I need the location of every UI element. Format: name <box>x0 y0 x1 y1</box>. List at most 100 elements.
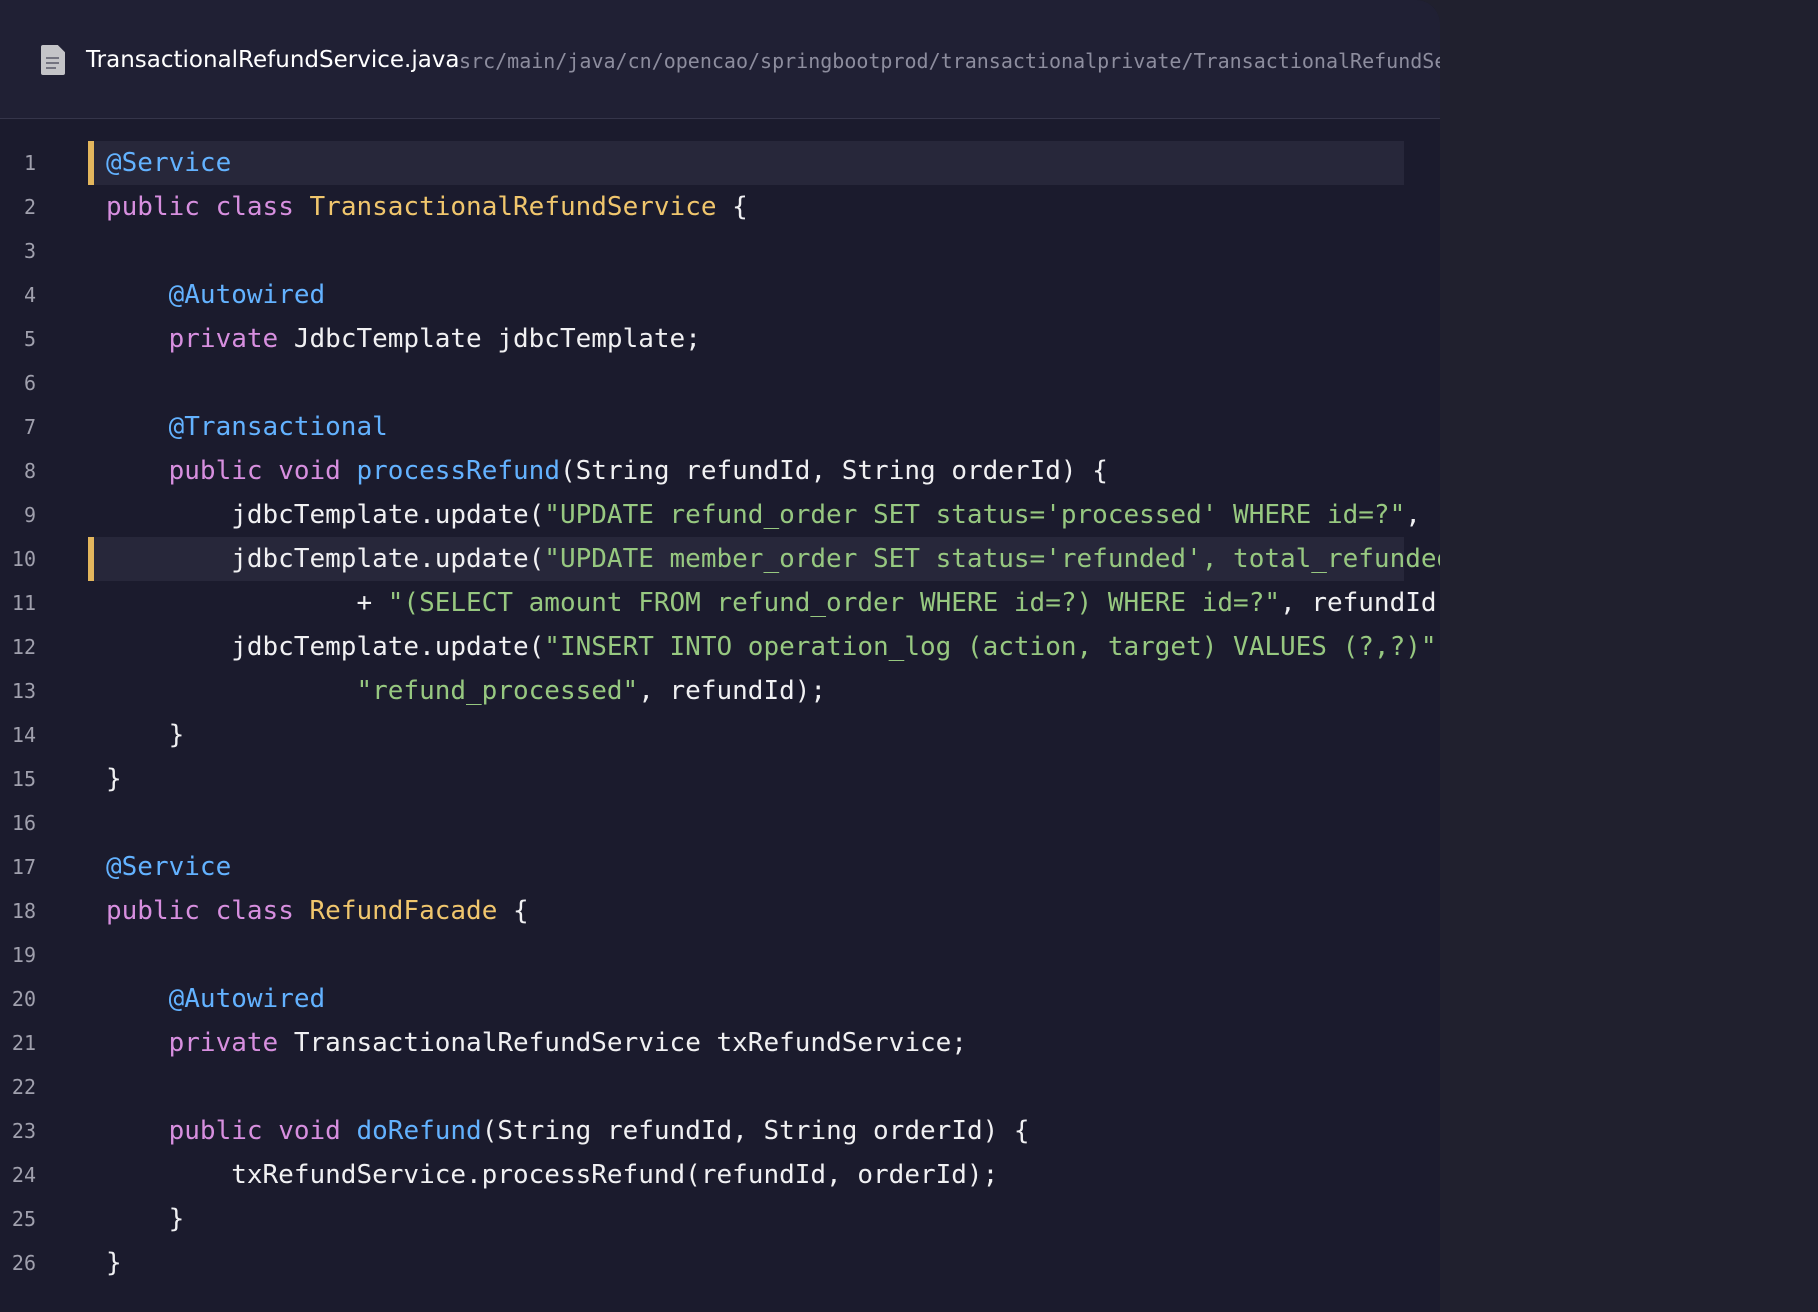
line-number: 15 <box>11 767 36 791</box>
code-token: } <box>106 1204 185 1234</box>
line-code: jdbcTemplate.update("UPDATE refund_order… <box>106 493 1440 537</box>
code-token: private <box>168 1028 279 1058</box>
code-token: private <box>168 324 279 354</box>
line-code: + "(SELECT amount FROM refund_order WHER… <box>106 581 1440 625</box>
code-line[interactable]: 26} <box>0 1241 1440 1281</box>
file-name[interactable]: TransactionalRefundService.java <box>86 44 460 76</box>
line-number: 23 <box>11 1119 36 1143</box>
line-number: 7 <box>23 415 36 439</box>
code-line[interactable]: 9 jdbcTemplate.update("UPDATE refund_ord… <box>0 493 1440 537</box>
code-line[interactable]: 19 <box>0 933 1440 977</box>
line-number: 20 <box>11 987 36 1011</box>
code-area[interactable]: 1 @Service 2 public class TransactionalRefu… <box>0 141 1440 1281</box>
code-token: public <box>106 896 200 926</box>
code-token: "(SELECT amount FROM refund_order WHERE … <box>387 588 1281 618</box>
code-line[interactable]: 21 private TransactionalRefundService tx… <box>0 1021 1440 1065</box>
code-token: , refundId, orderId); <box>1280 588 1440 618</box>
line-code: @Service <box>106 141 1440 185</box>
line-number: 21 <box>11 1031 36 1055</box>
code-line[interactable]: 3 <box>0 229 1440 273</box>
line-code: jdbcTemplate.update("UPDATE member_order… <box>106 537 1440 581</box>
code-line[interactable]: 10 jdbcTemplate.update("UPDATE member_or… <box>0 537 1440 581</box>
line-code: public void doRefund(String refundId, St… <box>106 1109 1440 1153</box>
code-token: } <box>106 764 122 794</box>
code-token: class <box>215 896 294 926</box>
code-token: "INSERT INTO operation_log (action, targ… <box>544 632 1437 662</box>
code-token: void <box>278 456 341 486</box>
code-token: { <box>716 192 748 222</box>
code-token: jdbcTemplate.update( <box>106 500 545 530</box>
code-token: @Autowired <box>168 984 326 1014</box>
code-token: @Service <box>106 148 232 178</box>
code-line[interactable]: 13 "refund_processed", refundId); <box>0 669 1440 713</box>
line-number: 2 <box>23 195 36 219</box>
line-code: } <box>106 1241 1440 1281</box>
line-code: jdbcTemplate.update("INSERT INTO operati… <box>106 625 1440 669</box>
line-number: 18 <box>11 899 36 923</box>
line-code: public class RefundFacade { <box>106 889 1440 933</box>
document-icon <box>41 45 65 75</box>
line-number: 9 <box>23 503 36 527</box>
code-line[interactable]: 8 public void processRefund(String refun… <box>0 449 1440 493</box>
code-token: } <box>106 1248 122 1278</box>
line-number: 26 <box>11 1251 36 1275</box>
code-line[interactable]: 16 <box>0 801 1440 845</box>
code-line[interactable]: 15} <box>0 757 1440 801</box>
line-number: 5 <box>23 327 36 351</box>
code-token: } <box>106 720 185 750</box>
line-code: @Transactional <box>106 405 1440 449</box>
code-line[interactable]: 18 public class RefundFacade { <box>0 889 1440 933</box>
code-token: public <box>168 456 263 486</box>
line-code: private JdbcTemplate jdbcTemplate; <box>106 317 1440 361</box>
code-token: jdbcTemplate.update( <box>106 632 545 662</box>
code-line[interactable]: 24 txRefundService.processRefund(refundI… <box>0 1153 1440 1197</box>
line-code: } <box>106 757 1440 801</box>
code-line[interactable]: 12 jdbcTemplate.update("INSERT INTO oper… <box>0 625 1440 669</box>
line-number: 1 <box>23 151 36 175</box>
code-line[interactable]: 20 @Autowired <box>0 977 1440 1021</box>
code-line[interactable]: 17 @Service <box>0 845 1440 889</box>
line-code: @Service <box>106 845 1440 889</box>
code-token: "UPDATE member_order SET status='refunde… <box>544 544 1440 574</box>
line-code: public class TransactionalRefundService … <box>106 185 1440 229</box>
code-token: @Service <box>106 852 232 882</box>
line-code: txRefundService.processRefund(refundId, … <box>106 1153 1440 1197</box>
code-line[interactable]: 5 private JdbcTemplate jdbcTemplate; <box>0 317 1440 361</box>
code-line[interactable]: 23 public void doRefund(String refundId,… <box>0 1109 1440 1153</box>
code-token: , refundId); <box>638 676 827 706</box>
code-line[interactable]: 22 <box>0 1065 1440 1109</box>
code-token: (String refundId, String orderId) { <box>559 456 1108 486</box>
code-line[interactable]: 25 } <box>0 1197 1440 1241</box>
code-line[interactable]: 6 <box>0 361 1440 405</box>
code-line[interactable]: 11 + "(SELECT amount FROM refund_order W… <box>0 581 1440 625</box>
code-token: jdbcTemplate.update( <box>106 544 545 574</box>
code-line[interactable]: 4 @Autowired <box>0 273 1440 317</box>
code-line[interactable]: 2 public class TransactionalRefundService… <box>0 185 1440 229</box>
line-code: } <box>106 713 1440 757</box>
code-line[interactable]: 1 @Service <box>0 141 1440 185</box>
line-number: 13 <box>11 679 36 703</box>
line-code: "refund_processed", refundId); <box>106 669 1440 713</box>
line-code: private TransactionalRefundService txRef… <box>106 1021 1440 1065</box>
line-number: 3 <box>23 239 36 263</box>
line-number: 10 <box>11 547 36 571</box>
code-token: "UPDATE refund_order SET status='process… <box>544 500 1406 530</box>
code-token: JdbcTemplate jdbcTemplate; <box>278 324 701 354</box>
code-line[interactable]: 7 @Transactional <box>0 405 1440 449</box>
code-line[interactable]: 14 } <box>0 713 1440 757</box>
code-token: @Autowired <box>168 280 326 310</box>
code-token: , refundId); <box>1405 500 1440 530</box>
line-number: 8 <box>23 459 36 483</box>
